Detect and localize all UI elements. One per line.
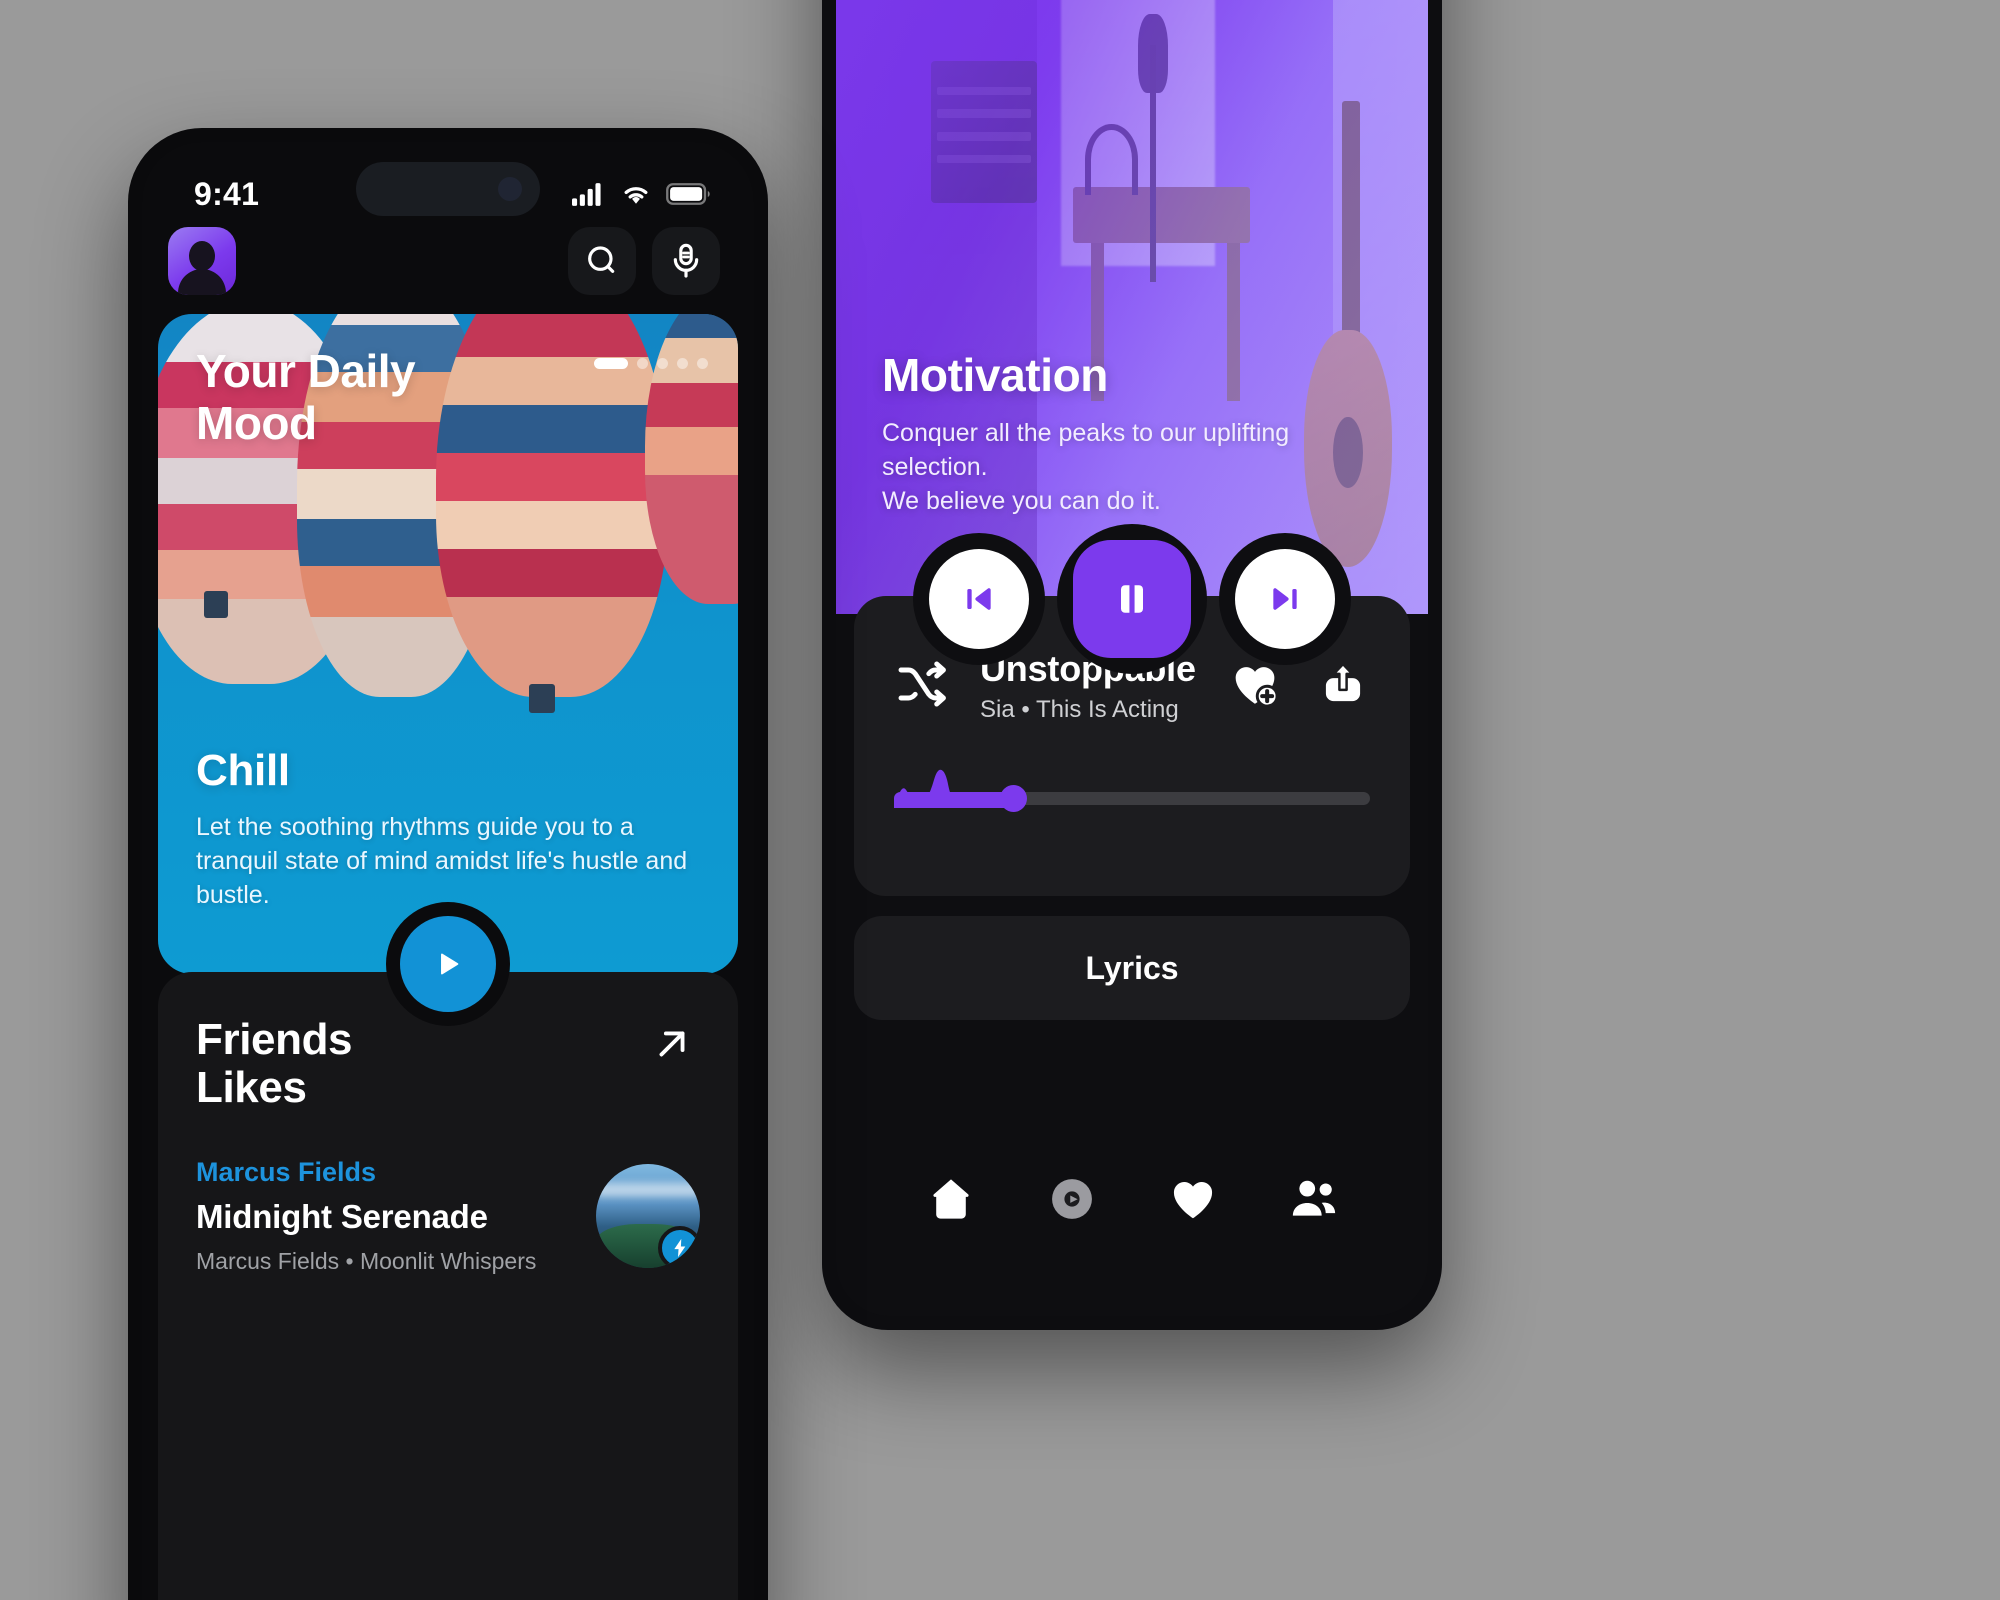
voice-search-button[interactable] [652, 227, 720, 295]
microphone-icon [673, 243, 699, 278]
pager-dot-4[interactable] [677, 358, 688, 369]
wifi-icon [624, 187, 648, 204]
nav-item-friends[interactable] [1274, 1159, 1354, 1239]
phone-right: Your Daily Mood Motivation Conquer all t… [822, 0, 1442, 1330]
friends-header: Friends Likes [196, 1015, 700, 1113]
disc-play-icon [1051, 1179, 1092, 1219]
play-icon [441, 953, 459, 975]
left-hero-text-block: Chill Let the soothing rhythms guide you… [196, 746, 700, 912]
right-hero-description-line1: Conquer all the peaks to our uplifting s… [882, 419, 1290, 481]
progress-bar[interactable] [894, 764, 1370, 824]
next-button[interactable] [1235, 549, 1335, 649]
search-button[interactable] [568, 227, 636, 295]
status-icons [572, 182, 710, 206]
pager-dot-5[interactable] [697, 358, 708, 369]
friend-track-meta: Marcus Fields • Moonlit Whispers [196, 1247, 537, 1274]
search-icon [588, 246, 615, 273]
signal-bars-icon [572, 183, 601, 206]
chill-hero-card[interactable]: Your Daily Mood Chill Let the soothing r… [158, 314, 738, 974]
play-fab-cutout [386, 902, 510, 1026]
skip-previous-icon [967, 588, 991, 610]
right-hero-description-line2: We believe you can do it. [882, 487, 1161, 515]
avatar[interactable] [168, 227, 236, 295]
progress-fill [894, 792, 1013, 805]
transport-controls [913, 524, 1351, 674]
top-actions [568, 227, 720, 295]
motivation-hero-card[interactable]: Your Daily Mood Motivation Conquer all t… [836, 0, 1428, 614]
progress-knob[interactable] [1000, 785, 1027, 812]
arrow-up-right-icon [659, 1031, 685, 1057]
friend-track-title: Midnight Serenade [196, 1197, 488, 1235]
friends-title-line1: Friends [196, 1015, 353, 1064]
friends-likes-section: Friends Likes Marcus Fields Midnight Ser… [158, 972, 738, 1600]
carousel-pager[interactable] [594, 358, 708, 369]
left-hero-description: Let the soothing rhythms guide you to a … [196, 813, 688, 909]
bottom-navigation [836, 1126, 1428, 1316]
right-hero-text-block: Motivation Conquer all the peaks to our … [882, 348, 1388, 518]
status-bar: 9:41 [142, 142, 754, 220]
skip-next-icon [1273, 588, 1297, 610]
friends-title: Friends Likes [196, 1015, 353, 1113]
heart-icon [1173, 1181, 1212, 1219]
friends-see-all-button[interactable] [644, 1016, 700, 1072]
phone-left: 9:41 Your Daily Mood Chill Let the sooth… [128, 128, 768, 1600]
left-hero-eyebrow: Your Daily Mood [196, 345, 416, 449]
play-pause-slot [1057, 524, 1207, 674]
play-pause-button[interactable] [1073, 540, 1191, 658]
battery-icon [666, 183, 710, 205]
pager-dot-1[interactable] [594, 358, 628, 369]
left-hero-eyebrow-line1: Your Daily [196, 345, 416, 397]
right-screen: Your Daily Mood Motivation Conquer all t… [836, 0, 1428, 1316]
home-icon [932, 1179, 969, 1219]
pager-dot-2[interactable] [637, 358, 648, 369]
nav-item-favorites[interactable] [1153, 1159, 1233, 1239]
hero-gradient-overlay [836, 0, 1428, 614]
previous-slot [913, 533, 1045, 665]
status-time: 9:41 [194, 175, 260, 212]
screenshot-stage: Your Daily Mood Motivation Conquer all t… [0, 0, 2000, 1600]
pause-icon [1121, 585, 1143, 613]
left-hero-eyebrow-line2: Mood [196, 396, 317, 449]
people-icon [1292, 1180, 1335, 1216]
friend-badge [658, 1225, 700, 1268]
nav-item-home[interactable] [911, 1159, 991, 1239]
friends-title-line2: Likes [196, 1063, 307, 1113]
pager-dot-3[interactable] [657, 358, 668, 369]
previous-button[interactable] [929, 549, 1029, 649]
left-screen: 9:41 Your Daily Mood Chill Let the sooth… [142, 142, 754, 1600]
lyrics-button[interactable]: Lyrics [854, 916, 1410, 1020]
left-hero-playlist-name: Chill [196, 746, 290, 795]
right-hero-playlist-name: Motivation [882, 349, 1108, 401]
list-item[interactable]: Marcus Fields Midnight Serenade Marcus F… [196, 1157, 700, 1275]
now-playing-subtitle: Sia • This Is Acting [980, 696, 1179, 723]
friend-username: Marcus Fields [196, 1156, 377, 1187]
bolt-icon [674, 1238, 686, 1257]
top-bar [142, 216, 754, 306]
nav-item-discover[interactable] [1032, 1159, 1112, 1239]
play-button[interactable] [400, 916, 496, 1012]
next-slot [1219, 533, 1351, 665]
friend-album-art[interactable] [596, 1163, 700, 1268]
friend-track-info: Marcus Fields Midnight Serenade Marcus F… [196, 1157, 536, 1275]
